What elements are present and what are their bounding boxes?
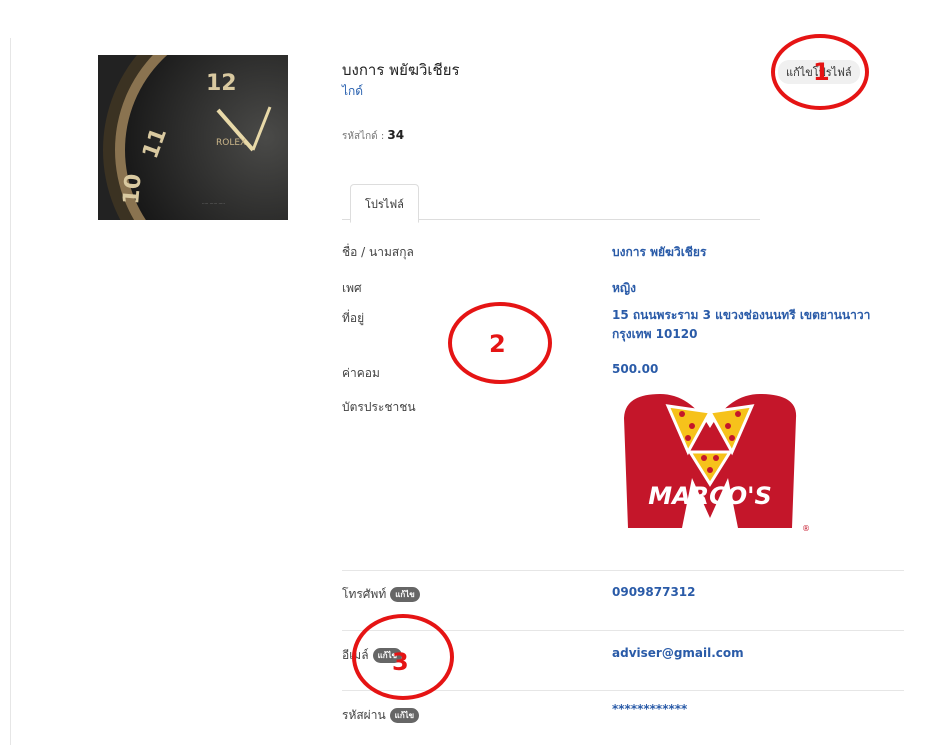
svg-text:12: 12: [206, 71, 237, 96]
commission-value: 500.00: [612, 362, 659, 376]
fullname-value: บงการ พยัฆวิเชียร: [612, 245, 707, 259]
edit-password-button[interactable]: แก้ไข: [389, 708, 420, 723]
edit-phone-button[interactable]: แก้ไข: [390, 587, 420, 602]
phone-value: 0909877312: [612, 585, 696, 599]
password-label-text: รหัสผ่าน: [342, 708, 386, 722]
fullname-label: ชื่อ / นามสกุล: [342, 245, 414, 259]
profile-avatar: 11 10 12 ROLEX ····· ······ ·····: [98, 55, 288, 220]
profile-name: บงการ พยัฆวิเชียร: [342, 61, 460, 79]
email-value: adviser@gmail.com: [612, 646, 744, 660]
phone-label: โทรศัพท์ แก้ไข: [342, 585, 420, 604]
guide-code: รหัสไกด์ : 34: [342, 128, 404, 144]
tab-profile[interactable]: โปรไฟล์: [350, 184, 419, 223]
guide-code-value: 34: [387, 128, 405, 142]
annotation-number-2: 2: [489, 330, 506, 358]
guide-code-label: รหัสไกด์ :: [342, 131, 385, 142]
address-line-2: กรุงเทพ 10120: [612, 327, 698, 341]
password-value: ************: [612, 702, 688, 716]
page-left-border: [10, 38, 11, 745]
svg-text:10: 10: [119, 173, 147, 206]
gender-value: หญิง: [612, 281, 636, 295]
gender-label: เพศ: [342, 281, 362, 295]
password-label: รหัสผ่าน แก้ไข: [342, 706, 420, 725]
svg-text:®: ®: [802, 524, 810, 533]
phone-label-text: โทรศัพท์: [342, 587, 387, 601]
annotation-number-1: 1: [813, 58, 830, 86]
svg-text:····· ······ ·····: ····· ······ ·····: [202, 201, 225, 206]
marcos-logo-text: MARCO'S: [648, 482, 772, 510]
id-card-image: MARCO'S ®: [610, 386, 825, 536]
profile-tabs: โปรไฟล์: [342, 184, 760, 223]
svg-text:ROLEX: ROLEX: [216, 138, 246, 148]
annotation-number-3: 3: [392, 648, 409, 676]
divider: [342, 570, 904, 571]
address-label: ที่อยู่: [342, 311, 365, 325]
id-card-label: บัตรประชาชน: [342, 400, 416, 414]
commission-label: ค่าคอม: [342, 366, 380, 380]
address-line-1: 15 ถนนพระราม 3 แขวงช่องนนทรี เขตยานนาวา: [612, 308, 871, 322]
address-value: 15 ถนนพระราม 3 แขวงช่องนนทรี เขตยานนาวา …: [612, 306, 870, 344]
profile-role: ไกด์: [342, 84, 364, 98]
